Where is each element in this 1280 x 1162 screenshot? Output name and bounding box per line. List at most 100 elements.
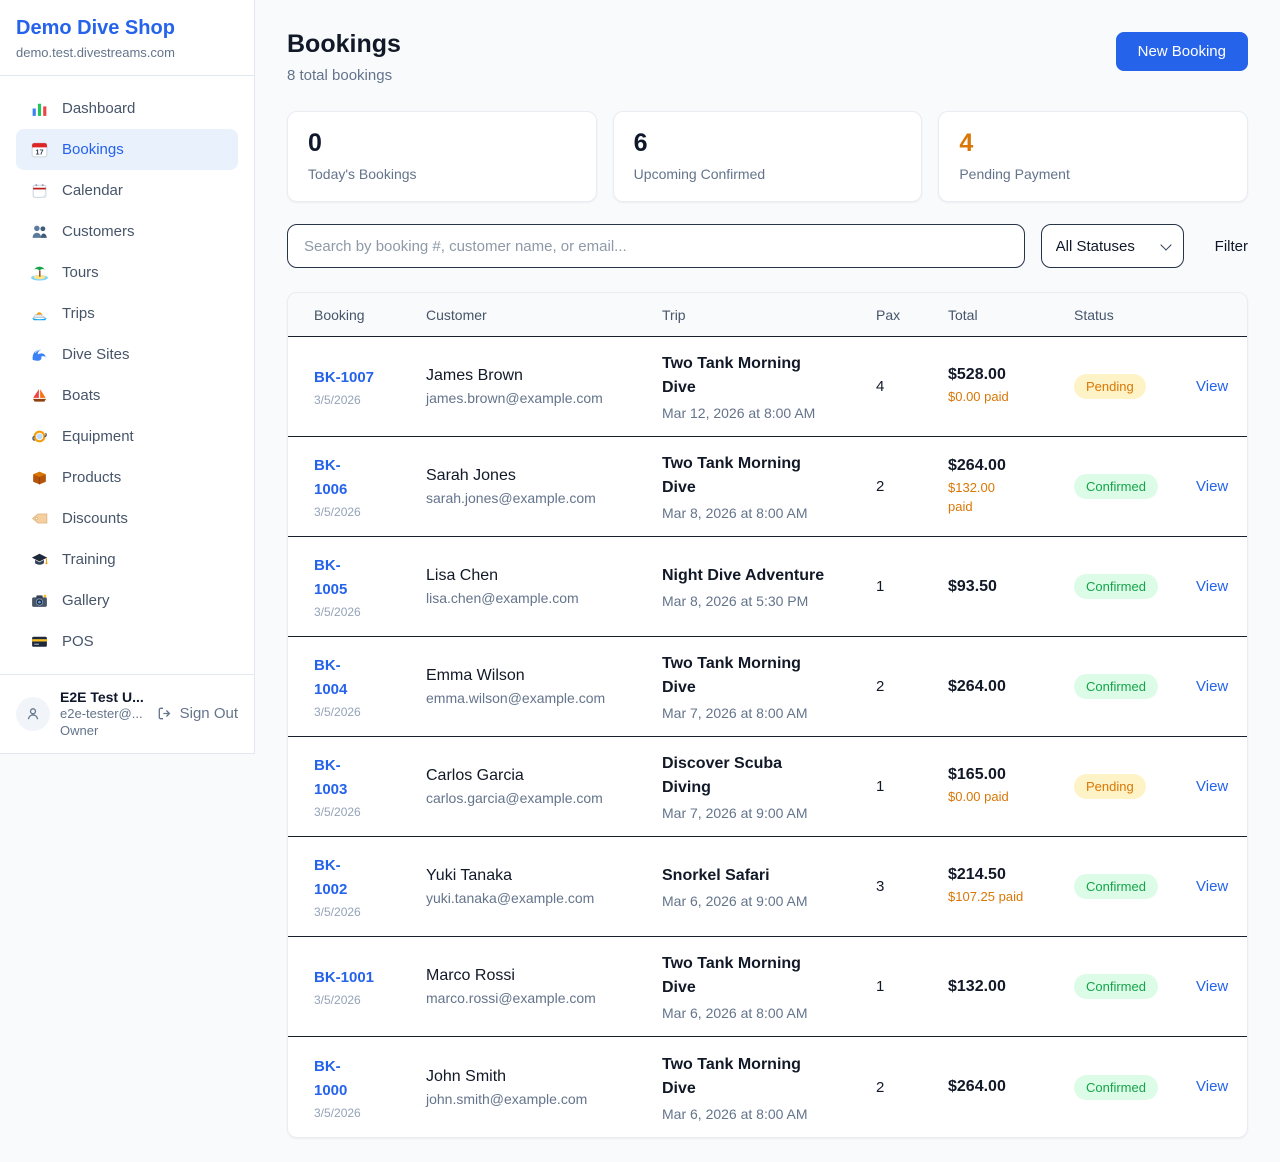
booking-id-link[interactable]: BK-1007 [314,369,374,386]
sidebar-item-boats[interactable]: Boats [16,375,238,416]
stat-label: Today's Bookings [308,166,576,182]
avatar [16,697,50,731]
main-content: Bookings 8 total bookings New Booking 0 … [255,0,1280,1138]
view-link[interactable]: View [1186,778,1228,795]
booking-date: 3/5/2026 [314,905,414,919]
customer-name: Emma Wilson [426,667,650,685]
total-cell: $93.50 [948,578,1074,596]
sidebar-item-equipment[interactable]: Equipment [16,416,238,457]
booking-id-link[interactable]: BK- 1006 [314,457,347,498]
island-icon [30,263,49,282]
stat-label: Upcoming Confirmed [634,166,902,182]
total-amount: $132.00 [948,978,1062,996]
booking-id-link[interactable]: BK- 1005 [314,557,347,598]
stat-card-upcoming-confirmed: 6 Upcoming Confirmed [613,111,923,202]
table-row: BK- 1006 3/5/2026 Sarah Jones sarah.jone… [288,437,1247,537]
trip-cell: Two Tank Morning Dive Mar 8, 2026 at 8:0… [662,452,876,521]
view-link[interactable]: View [1186,878,1228,895]
view-link[interactable]: View [1186,578,1228,595]
customer-name: Carlos Garcia [426,767,650,785]
paid-amount: $107.25 paid [948,888,1062,907]
booking-cell: BK- 1002 3/5/2026 [314,854,426,919]
table-row: BK- 1000 3/5/2026 John Smith john.smith@… [288,1037,1247,1137]
customer-email: lisa.chen@example.com [426,590,650,606]
sidebar-item-label: Dashboard [62,100,135,117]
search-input[interactable] [287,224,1025,268]
sign-out-label: Sign Out [180,705,238,722]
view-link[interactable]: View [1186,378,1228,395]
booking-id-link[interactable]: BK- 1003 [314,757,347,798]
booking-id-link[interactable]: BK-1001 [314,969,374,986]
trip-name: Two Tank Morning Dive [662,1053,864,1101]
status-select[interactable]: All Statuses [1041,224,1184,268]
booking-cell: BK- 1000 3/5/2026 [314,1055,426,1120]
view-link[interactable]: View [1186,478,1228,495]
view-link[interactable]: View [1186,678,1228,695]
sidebar-item-calendar[interactable]: Calendar [16,170,238,211]
sidebar-item-label: Calendar [62,182,123,199]
new-booking-button[interactable]: New Booking [1116,32,1248,71]
total-cell: $132.00 [948,978,1074,996]
trip-name: Discover Scuba Diving [662,752,864,800]
status-cell: Pending [1074,774,1186,799]
view-link[interactable]: View [1186,978,1228,995]
sidebar-item-training[interactable]: Training [16,539,238,580]
booking-id-link[interactable]: BK- 1004 [314,657,347,698]
page-title: Bookings [287,30,401,59]
customer-name: John Smith [426,1068,650,1086]
status-cell: Confirmed [1074,1075,1186,1100]
column-header-total: Total [948,307,1074,323]
spiral-calendar-icon [30,181,49,200]
trip-cell: Two Tank Morning Dive Mar 12, 2026 at 8:… [662,352,876,421]
view-link[interactable]: View [1186,1078,1228,1095]
sidebar-item-label: Dive Sites [62,346,130,363]
trip-datetime: Mar 8, 2026 at 5:30 PM [662,593,864,609]
customer-cell: Sarah Jones sarah.jones@example.com [426,467,662,506]
sidebar-item-pos[interactable]: POS [16,621,238,662]
status-cell: Confirmed [1074,974,1186,999]
booking-id-link[interactable]: BK- 1000 [314,1058,347,1099]
booking-cell: BK-1001 3/5/2026 [314,966,426,1007]
sidebar-item-trips[interactable]: Trips [16,293,238,334]
customer-cell: Emma Wilson emma.wilson@example.com [426,667,662,706]
stat-label: Pending Payment [959,166,1227,182]
total-cell: $214.50 $107.25 paid [948,866,1074,907]
paid-amount: $0.00 paid [948,788,1062,807]
pax-cell: 2 [876,678,948,695]
column-header-status: Status [1074,307,1186,323]
actions-cell: View [1186,678,1247,696]
actions-cell: View [1186,1078,1247,1096]
stat-value: 6 [634,129,902,158]
sidebar-item-tours[interactable]: Tours [16,252,238,293]
sidebar-item-dashboard[interactable]: Dashboard [16,88,238,129]
status-badge: Confirmed [1074,674,1158,699]
page-header: Bookings 8 total bookings New Booking [287,30,1248,84]
table-row: BK- 1003 3/5/2026 Carlos Garcia carlos.g… [288,737,1247,837]
stat-value: 4 [959,129,1227,158]
sidebar-item-products[interactable]: Products [16,457,238,498]
sidebar-item-gallery[interactable]: Gallery [16,580,238,621]
pax-cell: 4 [876,378,948,395]
filter-row: All Statuses Filter [287,224,1248,268]
sidebar-item-customers[interactable]: Customers [16,211,238,252]
user-role: Owner [60,723,144,740]
booking-date: 3/5/2026 [314,1106,414,1120]
filter-button[interactable]: Filter [1215,238,1248,255]
sidebar-item-dive-sites[interactable]: Dive Sites [16,334,238,375]
trip-datetime: Mar 6, 2026 at 8:00 AM [662,1005,864,1021]
paid-amount: $0.00 paid [948,388,1062,407]
pax-cell: 1 [876,778,948,795]
total-cell: $165.00 $0.00 paid [948,766,1074,807]
customer-cell: Lisa Chen lisa.chen@example.com [426,567,662,606]
status-cell: Pending [1074,374,1186,399]
status-badge: Confirmed [1074,1075,1158,1100]
customer-email: yuki.tanaka@example.com [426,890,650,906]
sidebar-item-discounts[interactable]: Discounts [16,498,238,539]
trip-datetime: Mar 12, 2026 at 8:00 AM [662,405,864,421]
booking-id-link[interactable]: BK- 1002 [314,857,347,898]
stats-row: 0 Today's Bookings 6 Upcoming Confirmed … [287,111,1248,202]
status-select-wrap: All Statuses [1041,224,1184,268]
sign-out-button[interactable]: Sign Out [156,705,238,722]
sidebar-item-bookings[interactable]: 17 Bookings [16,129,238,170]
sidebar-item-label: Tours [62,264,99,281]
